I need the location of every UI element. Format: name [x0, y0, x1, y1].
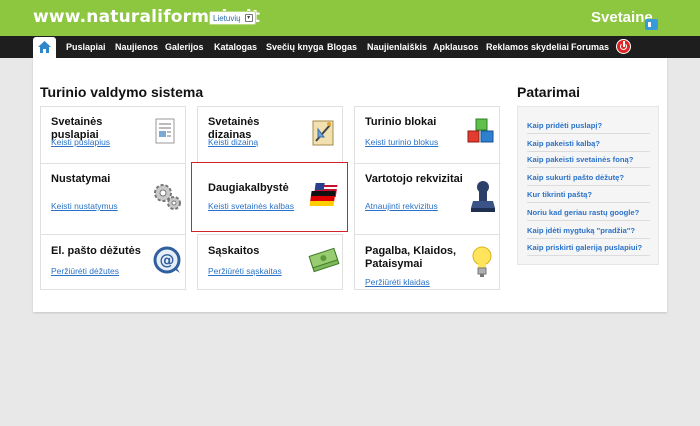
page-title: Turinio valdymo sistema: [40, 84, 204, 100]
flags-icon: [309, 183, 338, 206]
card-link[interactable]: Keisti turinio blokus: [365, 137, 438, 147]
tip-divider: [527, 151, 650, 152]
nav-home[interactable]: [33, 37, 56, 58]
nav-item-naujienos[interactable]: Naujienos: [115, 42, 158, 52]
tip-divider: [527, 220, 650, 221]
card-link[interactable]: Peržiūrėti klaidas: [365, 277, 430, 287]
card-link[interactable]: Keisti puslapius: [51, 137, 110, 147]
card-link[interactable]: Keisti nustatymus: [51, 201, 118, 211]
pages-icon: [155, 118, 175, 144]
card-title: Vartotojo rekvizitai: [365, 173, 463, 185]
nav-item-katalogas[interactable]: Katalogas: [214, 42, 257, 52]
svg-text:@: @: [160, 251, 175, 269]
nav-item-sveciu-knyga[interactable]: Svečių knyga: [266, 42, 324, 52]
nav-item-reklamos-skydeliai[interactable]: Reklamos skydeliai: [486, 42, 569, 52]
card-title: Nustatymai: [51, 173, 111, 185]
tip-divider: [527, 202, 650, 203]
card-link[interactable]: Keisti dizainą: [208, 137, 258, 147]
nav-item-blogas[interactable]: Blogas: [327, 42, 357, 52]
card-title: El. pašto dėžutės: [51, 245, 141, 257]
chevron-down-icon: ▾: [244, 14, 253, 22]
tip-link[interactable]: Kaip sukurti pašto dėžutę?: [527, 173, 624, 182]
mail-icon: @: [153, 246, 181, 274]
card-title: Sąskaitos: [208, 245, 260, 257]
tip-link[interactable]: Kaip pakeisti svetainės foną?: [527, 155, 633, 164]
gears-icon: [154, 184, 181, 210]
blocks-icon: [467, 118, 494, 143]
card-title: Pagalba, Klaidos, Pataisymai: [365, 245, 457, 270]
nav-item-naujienlaiskis[interactable]: Naujienlaiškis: [367, 42, 427, 52]
tip-link[interactable]: Kaip priskirti galeriją puslapiui?: [527, 243, 642, 252]
sidebar-title: Patarimai: [517, 84, 581, 100]
money-icon: [308, 247, 340, 273]
tip-divider: [527, 133, 650, 134]
tip-link[interactable]: Kaip pridėti puslapį?: [527, 121, 602, 130]
card-help[interactable]: Pagalba, Klaidos, Pataisymai Peržiūrėti …: [354, 234, 500, 290]
tip-divider: [527, 238, 650, 239]
card-title: Turinio blokai: [365, 116, 437, 128]
home-icon: [38, 41, 51, 53]
bulb-icon: [472, 246, 492, 277]
brand-logo: Svetaine: [591, 9, 653, 26]
card-mailboxes[interactable]: El. pašto dėžutės Peržiūrėti dėžutes @: [40, 234, 186, 290]
tip-divider: [527, 185, 650, 186]
tip-divider: [527, 255, 650, 256]
nav-item-puslapiai[interactable]: Puslapiai: [66, 42, 106, 52]
nav-item-galerijos[interactable]: Galerijos: [165, 42, 204, 52]
tip-link[interactable]: Kaip įdėti mygtuką "pradžia"?: [527, 226, 635, 235]
card-title: Daugiakalbystė: [208, 182, 289, 194]
card-invoices[interactable]: Sąskaitos Peržiūrėti sąskaitas: [197, 234, 343, 290]
card-settings[interactable]: Nustatymai Keisti nustatymus: [40, 163, 186, 240]
card-user-details[interactable]: Vartotojo rekvizitai Atnaujinti rekvizit…: [354, 163, 500, 240]
tip-link[interactable]: Kur tikrinti paštą?: [527, 190, 592, 199]
design-icon: [312, 120, 334, 146]
nav-item-apklausos[interactable]: Apklausos: [433, 42, 479, 52]
tip-link[interactable]: Noriu kad geriau rastų google?: [527, 208, 639, 217]
logout-power-icon[interactable]: [616, 39, 631, 54]
tip-divider: [527, 167, 650, 168]
card-link[interactable]: Peržiūrėti dėžutes: [51, 266, 119, 276]
card-link[interactable]: Keisti svetainės kalbas: [208, 201, 294, 211]
card-link[interactable]: Atnaujinti rekvizitus: [365, 201, 438, 211]
tip-link[interactable]: Kaip pakeisti kalbą?: [527, 139, 600, 148]
nav-item-forumas[interactable]: Forumas: [571, 42, 609, 52]
language-select-value: Lietuvių: [213, 14, 241, 23]
stamp-icon: [471, 181, 495, 212]
brand-badge-icon: [645, 19, 658, 30]
card-multilanguage[interactable]: Daugiakalbystė Keisti svetainės kalbas: [191, 162, 348, 232]
language-select[interactable]: Lietuvių ▾: [209, 11, 256, 25]
card-link[interactable]: Peržiūrėti sąskaitas: [208, 266, 282, 276]
